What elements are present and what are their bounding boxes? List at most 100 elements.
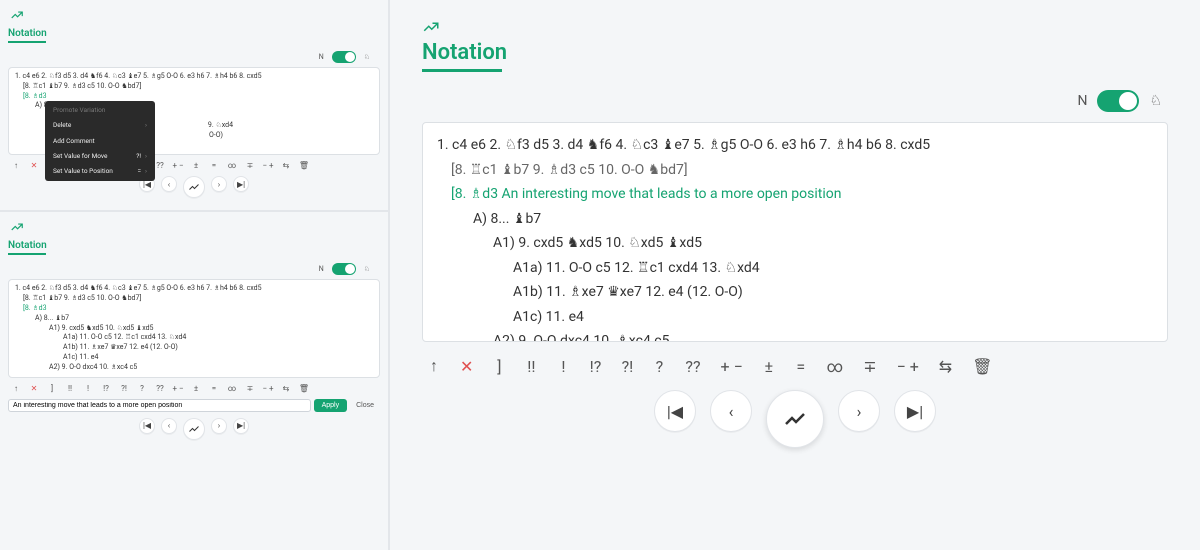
- apply-button[interactable]: Apply: [314, 399, 348, 412]
- ann-unclear[interactable]: ∞: [827, 357, 843, 376]
- move-line[interactable]: A) 8... ♝b7: [15, 314, 373, 324]
- ann-slight-w[interactable]: ±: [190, 161, 202, 170]
- menu-add-comment[interactable]: Add Comment: [45, 134, 155, 149]
- move-line[interactable]: 1. c4 e6 2. ♘f3 d5 3. d4 ♞f6 4. ♘c3 ♝e7 …: [437, 133, 1153, 158]
- ann-good[interactable]: !: [82, 384, 94, 393]
- move-line-open[interactable]: [8. ♗d3: [15, 92, 373, 102]
- move-line[interactable]: A2) 9. O-O dxc4 10. ♗xc4 c5: [15, 363, 373, 373]
- nav-row: |◀ ‹ › ▶|: [422, 390, 1168, 448]
- nav-analyze[interactable]: [183, 418, 205, 440]
- close-button[interactable]: Close: [350, 399, 380, 412]
- ann-dubious[interactable]: ?!: [118, 384, 130, 393]
- notation-box[interactable]: 1. c4 e6 2. ♘f3 d5 3. d4 ♞f6 4. ♘c3 ♝e7 …: [8, 67, 380, 155]
- ann-dubious[interactable]: ?!: [621, 357, 633, 376]
- nav-next[interactable]: ›: [211, 418, 227, 434]
- menu-delete[interactable]: Delete›: [45, 118, 155, 133]
- move-line[interactable]: A1) 9. cxd5 ♞xd5 10. ♘xd5 ♝xd5: [15, 324, 373, 334]
- move-line[interactable]: A1b) 11. ♗xe7 ♛xe7 12. e4 (12. O-O): [437, 280, 1153, 305]
- move-line[interactable]: 1. c4 e6 2. ♘f3 d5 3. d4 ♞f6 4. ♘c3 ♝e7 …: [15, 284, 373, 294]
- ann-blunder[interactable]: ??: [154, 384, 166, 393]
- ann-swap[interactable]: ⇆: [280, 161, 292, 170]
- move-line[interactable]: A2) 9. O-O dxc4 10. ♗xc4 c5: [437, 329, 1153, 342]
- ann-promote[interactable]: ↑: [10, 384, 22, 393]
- ann-close-var[interactable]: ]: [46, 384, 58, 393]
- nav-last[interactable]: ▶|: [233, 418, 249, 434]
- ann-delete[interactable]: ✕: [28, 384, 40, 393]
- nav-analyze[interactable]: [183, 176, 205, 198]
- nav-prev[interactable]: ‹: [161, 176, 177, 192]
- notation-box[interactable]: 1. c4 e6 2. ♘f3 d5 3. d4 ♞f6 4. ♘c3 ♝e7 …: [8, 279, 380, 377]
- ann-interesting[interactable]: !?: [589, 357, 601, 376]
- figurine-toggle[interactable]: [1097, 90, 1139, 112]
- ann-trash[interactable]: 🗑: [298, 161, 310, 170]
- move-line[interactable]: [8. ♖c1 ♝b7 9. ♗d3 c5 10. O-O ♞bd7]: [15, 82, 373, 92]
- ann-unclear[interactable]: ∞: [226, 384, 238, 393]
- nav-analyze[interactable]: [766, 390, 824, 448]
- move-line[interactable]: A) 8... ♝b7: [437, 207, 1153, 232]
- move-line[interactable]: A1a) 11. O-O c5 12. ♖c1 cxd4 13. ♘xd4: [437, 256, 1153, 281]
- figurine-toggle-row: N ♘: [422, 90, 1162, 112]
- ann-good[interactable]: !: [557, 357, 569, 376]
- context-anchor: A) 8... ♝b7 Promote Variation Delete› Ad…: [15, 101, 373, 140]
- nav-last[interactable]: ▶|: [233, 176, 249, 192]
- nav-first[interactable]: |◀: [139, 418, 155, 434]
- nav-prev[interactable]: ‹: [710, 390, 752, 432]
- ann-mistake[interactable]: ?: [653, 357, 665, 376]
- move-line[interactable]: A1a) 11. O-O c5 12. ♖c1 cxd4 13. ♘xd4: [15, 333, 373, 343]
- ann-promote[interactable]: ↑: [428, 356, 440, 376]
- ann-slight-b[interactable]: ∓: [244, 384, 256, 393]
- move-line-open[interactable]: [8. ♗d3: [15, 304, 373, 314]
- move-line[interactable]: [8. ♖c1 ♝b7 9. ♗d3 c5 10. O-O ♞bd7]: [437, 158, 1153, 183]
- ann-equal[interactable]: =: [208, 384, 220, 393]
- context-menu[interactable]: Promote Variation Delete› Add Comment Se…: [45, 101, 155, 180]
- ann-brilliant[interactable]: !!: [64, 384, 76, 393]
- knight-icon: ♘: [1149, 93, 1162, 109]
- move-line-open[interactable]: [8. ♗d3 An interesting move that leads t…: [437, 182, 1153, 207]
- ann-winning[interactable]: + −: [172, 161, 184, 170]
- ann-slight-b[interactable]: ∓: [244, 161, 256, 170]
- ann-mistake[interactable]: ?: [136, 384, 148, 393]
- move-line[interactable]: [8. ♖c1 ♝b7 9. ♗d3 c5 10. O-O ♞bd7]: [15, 294, 373, 304]
- ann-unclear[interactable]: ∞: [226, 161, 238, 170]
- title-underline: [422, 69, 502, 72]
- ann-equal[interactable]: =: [208, 161, 220, 170]
- ann-swap[interactable]: ⇆: [280, 384, 292, 393]
- ann-losing[interactable]: − +: [262, 161, 274, 170]
- ann-winning[interactable]: + −: [172, 384, 184, 393]
- ann-slight-b[interactable]: ∓: [863, 357, 876, 376]
- figurine-toggle[interactable]: [332, 263, 356, 275]
- title-underline: [8, 253, 46, 255]
- ann-equal[interactable]: =: [795, 357, 807, 376]
- move-line[interactable]: 1. c4 e6 2. ♘f3 d5 3. d4 ♞f6 4. ♘c3 ♝e7 …: [15, 72, 373, 82]
- comment-input[interactable]: [8, 399, 311, 412]
- menu-set-value-move[interactable]: Set Value for Move?!›: [45, 149, 155, 164]
- move-line[interactable]: A1c) 11. e4: [437, 305, 1153, 330]
- ann-delete[interactable]: ✕: [28, 161, 40, 170]
- ann-trash[interactable]: 🗑: [298, 384, 310, 393]
- ann-promote[interactable]: ↑: [10, 161, 22, 170]
- move-line[interactable]: A1b) 11. ♗xe7 ♛xe7 12. e4 (12. O-O): [15, 343, 373, 353]
- ann-blunder[interactable]: ??: [685, 357, 700, 376]
- nav-prev[interactable]: ‹: [161, 418, 177, 434]
- ann-brilliant[interactable]: !!: [525, 357, 537, 376]
- ann-close-var[interactable]: ]: [493, 357, 505, 376]
- move-line[interactable]: A1c) 11. e4: [15, 353, 373, 363]
- nav-last[interactable]: ▶|: [894, 390, 936, 432]
- ann-delete[interactable]: ✕: [460, 357, 473, 376]
- ann-losing[interactable]: − +: [897, 357, 919, 376]
- notation-box[interactable]: 1. c4 e6 2. ♘f3 d5 3. d4 ♞f6 4. ♘c3 ♝e7 …: [422, 122, 1168, 342]
- nav-next[interactable]: ›: [211, 176, 227, 192]
- move-line[interactable]: A1) 9. cxd5 ♞xd5 10. ♘xd5 ♝xd5: [437, 231, 1153, 256]
- ann-interesting[interactable]: !?: [100, 384, 112, 393]
- ann-winning[interactable]: + −: [721, 357, 743, 376]
- ann-slight-w[interactable]: ±: [190, 384, 202, 393]
- ann-losing[interactable]: − +: [262, 384, 274, 393]
- ann-blunder[interactable]: ??: [154, 161, 166, 170]
- menu-set-value-position[interactable]: Set Value to Position=›: [45, 164, 155, 179]
- figurine-toggle[interactable]: [332, 51, 356, 63]
- nav-next[interactable]: ›: [838, 390, 880, 432]
- ann-slight-w[interactable]: ±: [763, 357, 775, 376]
- ann-trash[interactable]: 🗑: [972, 357, 992, 376]
- nav-first[interactable]: |◀: [654, 390, 696, 432]
- ann-swap[interactable]: ⇆: [939, 357, 952, 376]
